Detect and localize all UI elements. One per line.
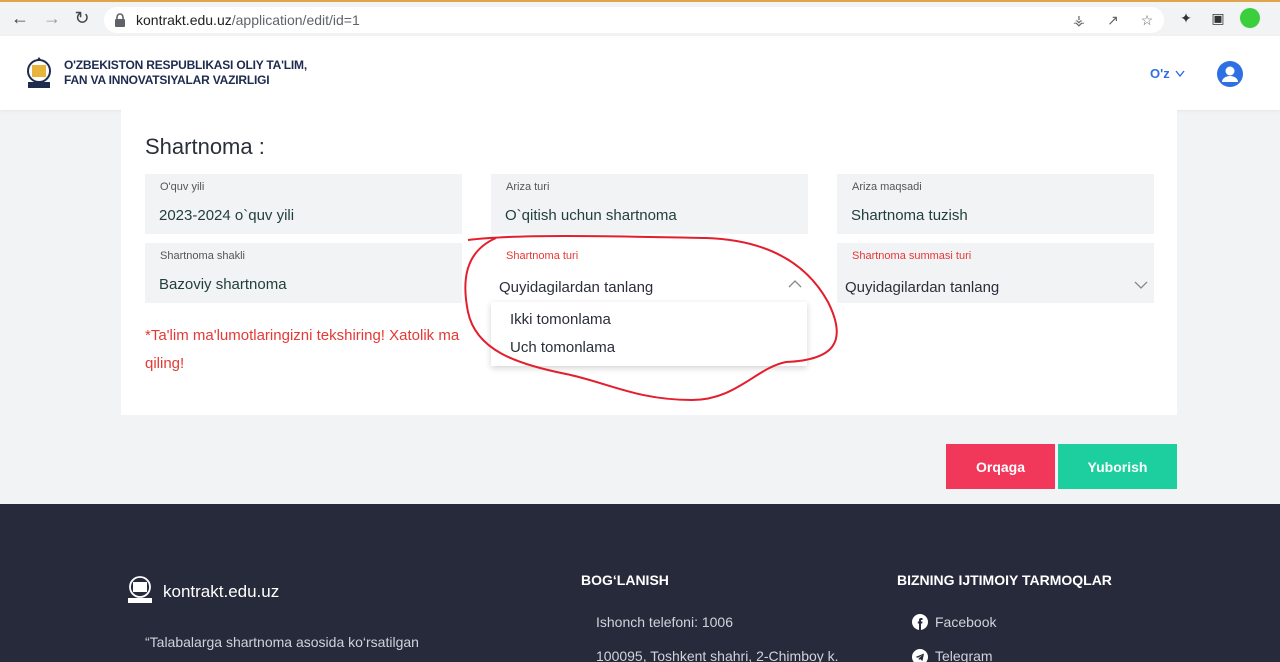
extension-avatar-icon[interactable] [1240,8,1260,28]
field-label: Shartnoma summasi turi [852,250,972,262]
error-message: *Ta'lim ma'lumotlaringizni tekshiring! X… [145,322,490,378]
language-label: O'z [1150,66,1170,81]
field-label: Ariza turi [506,181,550,193]
contract-form-field: Shartnoma shakli Bazoviy shartnoma [145,243,462,303]
option-two-sided[interactable]: Ikki tomonlama [510,311,611,328]
footer-emblem-icon [128,576,152,603]
telegram-link[interactable]: Telegram [935,648,993,662]
share-icon[interactable]: ↗ [1104,11,1122,29]
option-three-sided[interactable]: Uch tomonlama [510,339,615,356]
star-icon[interactable]: ☆ [1138,11,1156,29]
lock-icon [115,13,125,27]
field-label: O'quv yili [160,181,205,193]
social-heading: BIZNING IJTIMOIY TARMOQLAR [897,572,1112,588]
telegram-icon[interactable] [912,649,928,662]
org-name-line2: FAN VA INNOVATSIYALAR VAZIRLIGI [64,73,270,87]
forward-arrow-icon[interactable]: → [38,4,66,32]
menu-dots-icon[interactable]: ⋮ [1272,8,1280,28]
contract-sum-type-select[interactable]: Shartnoma summasi turi Quyidagilardan ta… [837,243,1154,303]
contract-card: Shartnoma : O'quv yili 2023-2024 o`quv y… [121,110,1177,415]
site-header: O'ZBEKISTON RESPUBLIKASI OLIY TA'LIM, FA… [0,36,1280,110]
url-host: kontrakt.edu.uz [136,12,232,28]
field-value: 2023-2024 o`quv yili [159,207,295,224]
sidepanel-icon[interactable]: ▣ [1208,8,1228,28]
field-label: Ariza maqsadi [852,181,922,193]
address-bar[interactable]: kontrakt.edu.uz/application/edit/id=1 ⚶ … [104,7,1164,33]
puzzle-icon[interactable]: ✦ [1176,8,1196,28]
browser-toolbar: ← → ↻ kontrakt.edu.uz/application/edit/i… [0,0,1280,36]
field-label: Shartnoma shakli [160,250,245,262]
card-title: Shartnoma : [145,134,265,159]
chevron-up-icon [788,280,802,288]
back-arrow-icon[interactable]: ← [6,4,34,32]
field-value: O`qitish uchun shartnoma [505,207,677,224]
select-value: Quyidagilardan tanlang [845,279,1000,296]
error-line1: *Ta'lim ma'lumotlaringizni tekshiring! X… [145,327,460,344]
key-icon[interactable]: ⚶ [1070,11,1088,29]
contract-type-dropdown: Ikki tomonlama Uch tomonlama [491,302,807,366]
language-selector[interactable]: O'z [1150,66,1185,81]
contact-heading: BOG‘LANISH [581,572,669,588]
site-footer: kontrakt.edu.uz “Talabalarga shartnoma a… [0,504,1280,662]
facebook-icon[interactable] [912,614,928,630]
org-name-line1: O'ZBEKISTON RESPUBLIKASI OLIY TA'LIM, [64,58,307,72]
field-value: Bazoviy shartnoma [159,276,287,293]
footer-quote: “Talabalarga shartnoma asosida ko‘rsatil… [145,634,419,650]
application-purpose-field: Ariza maqsadi Shartnoma tuzish [837,174,1154,234]
field-label: Shartnoma turi [506,250,579,262]
field-value: Shartnoma tuzish [851,207,968,224]
application-type-field: Ariza turi O`qitish uchun shartnoma [491,174,808,234]
select-value: Quyidagilardan tanlang [499,279,654,296]
user-account-icon[interactable] [1216,60,1244,88]
url-path: /application/edit/id=1 [231,12,360,28]
submit-button[interactable]: Yuborish [1058,444,1177,489]
chevron-down-icon [1175,70,1185,77]
org-name: O'ZBEKISTON RESPUBLIKASI OLIY TA'LIM, FA… [64,58,307,88]
chevron-down-icon [1134,281,1148,289]
facebook-link[interactable]: Facebook [935,614,996,630]
error-line2: qiling! [145,355,185,372]
address-text: 100095, Toshkent shahri, 2-Chimboy k. [596,648,839,662]
back-button[interactable]: Orqaga [946,444,1055,489]
footer-site-name: kontrakt.edu.uz [163,582,280,601]
ministry-emblem-icon [27,57,51,88]
reload-icon[interactable]: ↻ [68,4,96,32]
hotline-phone: Ishonch telefoni: 1006 [596,614,733,630]
contract-type-select[interactable]: Shartnoma turi Quyidagilardan tanlang [491,243,808,303]
study-year-field: O'quv yili 2023-2024 o`quv yili [145,174,462,234]
